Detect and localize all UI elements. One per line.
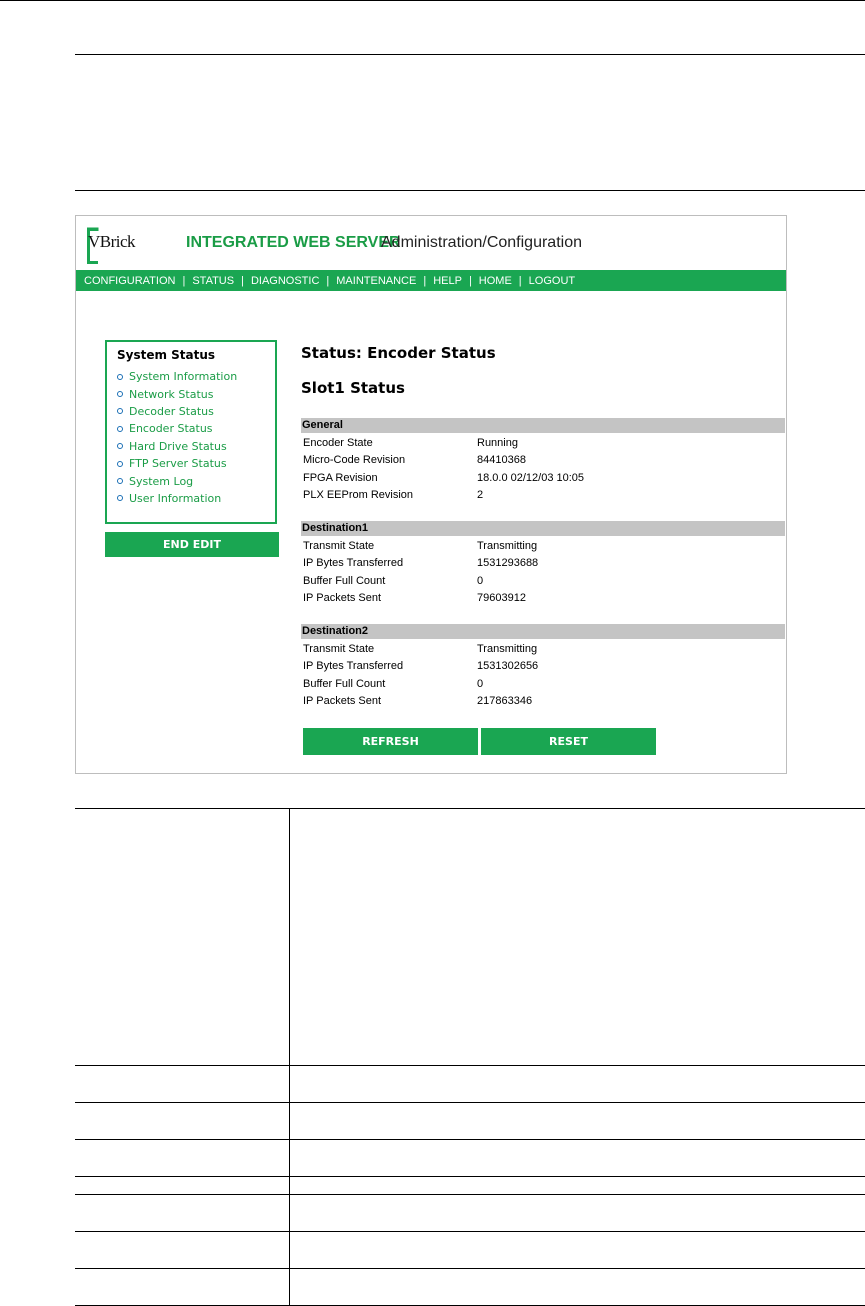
row-label: Encoder State (303, 437, 373, 449)
row-value: Transmitting (477, 540, 538, 552)
slot-title: Slot1 Status (301, 379, 405, 397)
sidebar-item-hard-drive-status[interactable]: Hard Drive Status (117, 438, 275, 455)
sidebar-item-network-status[interactable]: Network Status (117, 385, 275, 402)
page-title: Status: Encoder Status (301, 344, 496, 362)
rule-2 (75, 190, 865, 191)
sidebar-item-label: System Information (129, 370, 238, 384)
bullet-icon (117, 495, 123, 502)
sidebar-item-label: Network Status (129, 387, 214, 401)
table-column-divider (289, 808, 290, 1306)
row-label: Buffer Full Count (303, 575, 386, 587)
sidebar-item-label: Hard Drive Status (129, 439, 227, 453)
nav-logout[interactable]: LOGOUT (529, 275, 575, 287)
nav-status[interactable]: STATUS (192, 275, 234, 287)
app-title: INTEGRATED WEB SERVER (186, 234, 401, 251)
sidebar-item-user-information[interactable]: User Information (117, 490, 275, 507)
table-rule (75, 1176, 865, 1177)
sidebar-item-decoder-status[interactable]: Decoder Status (117, 403, 275, 420)
row-value: 1531302656 (477, 660, 539, 672)
row-label: Transmit State (303, 540, 375, 552)
end-edit-button[interactable]: END EDIT (105, 532, 279, 557)
bullet-icon (117, 443, 123, 450)
table-rule (75, 1194, 865, 1195)
section-destination2: Destination2 (301, 624, 785, 639)
top-rule (0, 0, 865, 1)
sidebar-title: System Status (117, 348, 216, 362)
row-value: 1531293688 (477, 557, 539, 569)
nav-configuration[interactable]: CONFIGURATION (84, 275, 175, 287)
nav-home[interactable]: HOME (479, 275, 512, 287)
row-label: Micro-Code Revision (303, 454, 406, 466)
row-label: PLX EEProm Revision (303, 489, 414, 501)
table-rule (75, 1268, 865, 1269)
bullet-icon (117, 373, 123, 380)
row-label: IP Packets Sent (303, 695, 382, 707)
sidebar-item-system-information[interactable]: System Information (117, 368, 275, 385)
web-server-screenshot: VBrick INTEGRATED WEB SERVER Administrat… (75, 215, 787, 774)
row-value: Running (477, 437, 518, 449)
row-label: FPGA Revision (303, 472, 378, 484)
sidebar-item-system-log[interactable]: System Log (117, 472, 275, 489)
row-value: 217863346 (477, 695, 533, 707)
table-rule (75, 808, 865, 809)
nav-separator: | (518, 274, 522, 287)
vbrick-logo-text: VBrick (88, 232, 136, 251)
row-label: Transmit State (303, 643, 375, 655)
table-rule (75, 1231, 865, 1232)
app-subtitle: Administration/Configuration (381, 234, 582, 251)
sidebar-item-encoder-status[interactable]: Encoder Status (117, 420, 275, 437)
row-value: 0 (477, 678, 484, 690)
bullet-icon (117, 425, 123, 432)
sidebar-item-ftp-server-status[interactable]: FTP Server Status (117, 455, 275, 472)
row-label: IP Packets Sent (303, 592, 382, 604)
sidebar-item-label: System Log (129, 474, 194, 488)
row-value: 0 (477, 575, 484, 587)
nav-diagnostic[interactable]: DIAGNOSTIC (251, 275, 319, 287)
row-value: 84410368 (477, 454, 526, 466)
bullet-icon (117, 478, 123, 485)
nav-separator: | (468, 274, 472, 287)
sidebar-item-label: FTP Server Status (129, 457, 227, 471)
nav-separator: | (182, 274, 186, 287)
sidebar-item-label: Encoder Status (129, 422, 213, 436)
section-destination1: Destination1 (301, 521, 785, 536)
top-nav: CONFIGURATION | STATUS | DIAGNOSTIC | MA… (76, 270, 786, 291)
sidebar-item-label: User Information (129, 491, 222, 505)
row-label: IP Bytes Transferred (303, 660, 404, 672)
section-general: General (301, 418, 785, 433)
rule-1 (75, 54, 865, 55)
system-status-sidebar: System Status System Information Network… (105, 340, 277, 524)
table-rule (75, 1102, 865, 1103)
sidebar-item-label: Decoder Status (129, 404, 214, 418)
row-label: IP Bytes Transferred (303, 557, 404, 569)
row-value: 79603912 (477, 592, 526, 604)
reset-button[interactable]: RESET (481, 728, 656, 755)
nav-help[interactable]: HELP (433, 275, 462, 287)
row-value: 18.0.0 02/12/03 10:05 (477, 472, 585, 484)
table-rule (75, 1065, 865, 1066)
nav-separator: | (423, 274, 427, 287)
row-label: Buffer Full Count (303, 678, 386, 690)
table-rule (75, 1139, 865, 1140)
nav-maintenance[interactable]: MAINTENANCE (336, 275, 416, 287)
nav-separator: | (241, 274, 244, 287)
bullet-icon (117, 460, 123, 467)
nav-separator: | (326, 274, 330, 287)
bullet-icon (117, 408, 123, 415)
row-value: Transmitting (477, 643, 538, 655)
refresh-button[interactable]: REFRESH (303, 728, 478, 755)
bullet-icon (117, 391, 123, 398)
row-value: 2 (477, 489, 484, 501)
